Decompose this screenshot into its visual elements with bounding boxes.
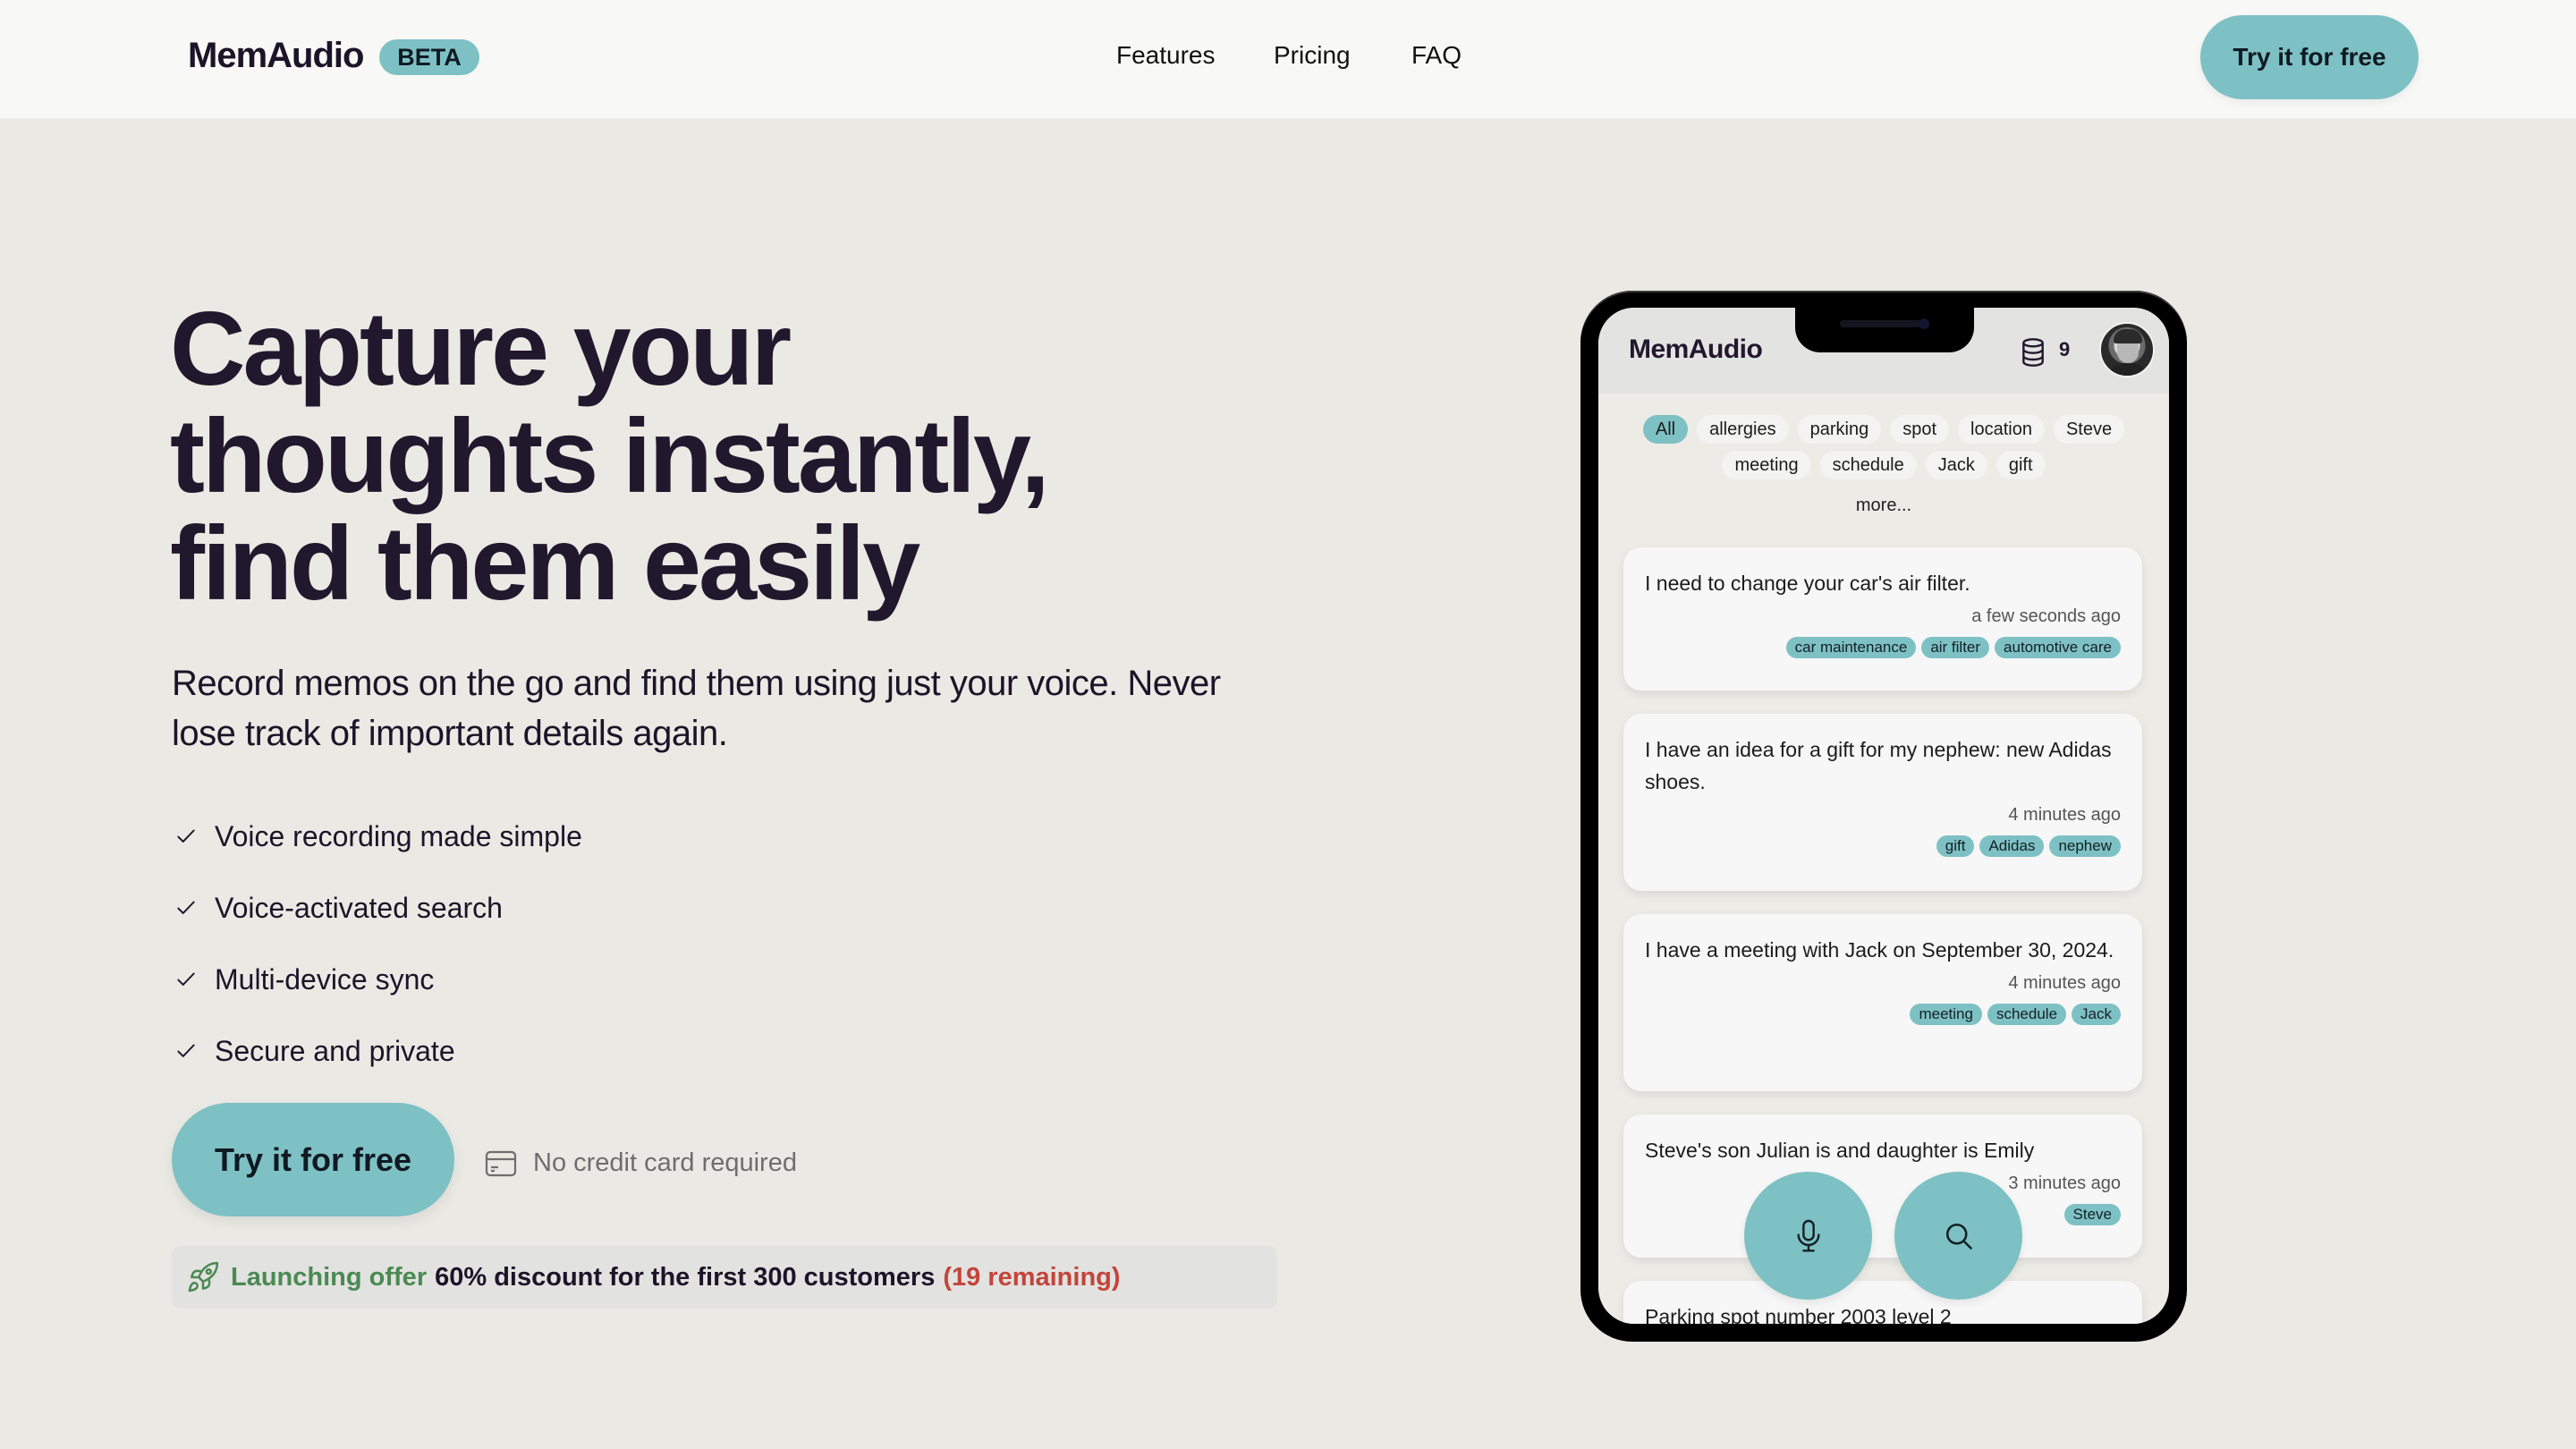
feature-item: Multi-device sync [172,944,582,1015]
check-icon [172,1037,200,1065]
more-filters-link[interactable]: more... [1598,496,2169,516]
avatar-hair [2114,329,2142,343]
filter-chip[interactable]: Steve [2053,415,2125,444]
feature-item: Voice recording made simple [172,801,582,872]
headline-line-2: thoughts instantly, [170,397,1050,514]
memo-time: a few seconds ago [1971,606,2121,626]
hero-headline: Capture your thoughts instantly, find th… [170,295,1333,617]
memo-tag: meeting [1910,1004,1982,1025]
beta-badge: BETA [379,39,479,75]
feature-label: Secure and private [215,1034,455,1067]
no-credit-card-note: No credit card required [485,1148,797,1178]
filter-chip[interactable]: Jack [1925,451,1987,479]
memo-text: I have a meeting with Jack on September … [1645,938,2114,962]
record-button[interactable] [1744,1172,1872,1300]
logo[interactable]: MemAudio [188,36,364,76]
headline-line-1: Capture your [170,290,792,407]
filter-chip-all[interactable]: All [1642,415,1689,444]
memo-card[interactable]: Parking spot number 2003 level 2 [1623,1281,2142,1324]
filter-chip[interactable]: allergies [1697,415,1789,444]
memo-tag: automotive care [1995,637,2121,658]
memo-text: Steve's son Julian is and daughter is Em… [1645,1139,2035,1162]
user-avatar[interactable] [2099,322,2155,377]
feature-list: Voice recording made simple Voice-activa… [172,801,582,1087]
memo-tags: gift Adidas nephew [1645,835,2121,857]
memo-time: 3 minutes ago [2008,1174,2121,1193]
database-icon [2019,336,2047,369]
memo-card[interactable]: I have a meeting with Jack on September … [1623,914,2142,1091]
tag-filters: All allergies parking spot location Stev… [1634,415,2133,479]
memo-tag: nephew [2049,835,2121,857]
filter-chip[interactable]: spot [1890,415,1950,444]
filter-chip[interactable]: meeting [1722,451,1811,479]
memo-card[interactable]: I have an idea for a gift for my nephew:… [1623,714,2142,891]
memo-tag: Steve [2063,1204,2121,1225]
filter-chip[interactable]: schedule [1819,451,1917,479]
microphone-icon [1793,1218,1824,1254]
memo-card[interactable]: I need to change your car's air filter. … [1623,547,2142,691]
header-try-free-button[interactable]: Try it for free [2200,15,2419,99]
phone-notch [1795,308,1974,352]
offer-lead: Launching offer [231,1262,428,1292]
feature-label: Multi-device sync [215,962,435,996]
filter-chip[interactable]: parking [1797,415,1882,444]
nav-faq[interactable]: FAQ [1411,41,1462,70]
nav-features[interactable]: Features [1116,41,1216,70]
memo-card[interactable]: Steve's son Julian is and daughter is Em… [1623,1114,2142,1258]
memo-count: 9 [2059,338,2071,360]
memo-text: I have an idea for a gift for my nephew:… [1645,738,2112,793]
memo-tag: gift [1936,835,1975,857]
memo-tag: car maintenance [1785,637,1917,658]
memo-time: 4 minutes ago [2008,805,2121,825]
site-header: MemAudio BETA Features Pricing FAQ Try i… [0,0,2576,118]
hero-try-free-button[interactable]: Try it for free [172,1103,454,1216]
credit-card-icon [485,1150,533,1177]
memo-tags: Steve [1645,1204,2121,1225]
avatar-body [2106,363,2149,376]
notch-camera [1919,318,1929,329]
memo-tag: schedule [1987,1004,2067,1025]
check-icon [172,965,200,994]
memo-time: 4 minutes ago [2008,973,2121,993]
memo-text: Parking spot number 2003 level 2 [1645,1305,1952,1324]
voice-search-button[interactable] [1894,1172,2022,1300]
memo-tag: Adidas [1979,835,2045,857]
phone-screen: MemAudio 9 All allergies parking spot lo… [1598,308,2169,1324]
app-title: MemAudio [1629,335,1763,364]
feature-item: Secure and private [172,1015,582,1087]
notch-speaker [1840,320,1929,327]
rocket-icon [186,1260,220,1294]
feature-label: Voice recording made simple [215,819,582,852]
feature-label: Voice-activated search [215,891,503,924]
filter-chip[interactable]: gift [1996,451,2046,479]
search-icon [1943,1220,1975,1252]
check-icon [172,894,200,922]
memo-tags: meeting schedule Jack [1645,1004,2121,1025]
memo-tag: air filter [1921,637,1990,658]
offer-remaining: (19 remaining) [943,1262,1121,1292]
launch-offer-banner: Launching offer 60% discount for the fir… [172,1246,1277,1309]
nav-pricing[interactable]: Pricing [1274,41,1351,70]
headline-line-3: find them easily [170,504,920,622]
memo-tags: car maintenance air filter automotive ca… [1645,637,2121,658]
hero-subtitle: Record memos on the go and find them usi… [172,664,1221,753]
feature-item: Voice-activated search [172,872,582,944]
check-icon [172,822,200,851]
filter-chip[interactable]: location [1958,415,2045,444]
memo-tag: Jack [2072,1004,2121,1025]
no-credit-card-text: No credit card required [533,1148,797,1177]
offer-details: 60% discount for the first 300 customers [435,1262,936,1292]
memo-text: I need to change your car's air filter. [1645,572,1970,595]
